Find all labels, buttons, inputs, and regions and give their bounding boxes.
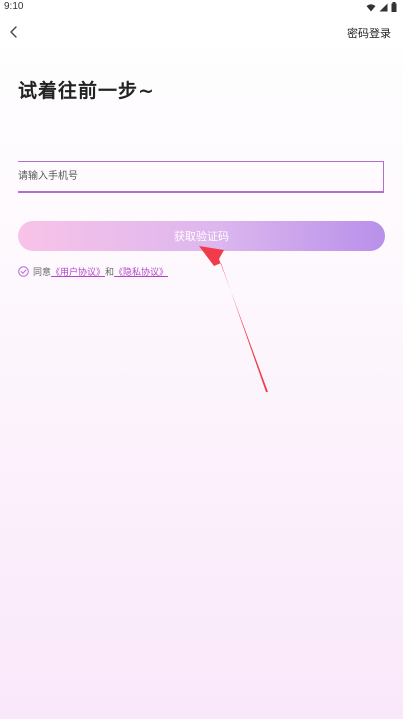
check-circle-icon[interactable]	[18, 265, 29, 277]
status-icons	[366, 2, 397, 12]
wifi-icon	[366, 3, 376, 11]
signal-icon	[379, 3, 388, 11]
page-title: 试着往前一步~	[18, 80, 155, 102]
back-chevron-icon[interactable]	[6, 24, 22, 40]
status-bar: 9:10	[0, 0, 403, 16]
status-time: 9:10	[4, 1, 24, 12]
agreement-row: 同意 《用户协议》 和 《隐私协议》	[18, 264, 168, 278]
battery-icon	[391, 2, 397, 12]
agreement-conjunction: 和	[105, 267, 115, 278]
agreement-prefix: 同意	[33, 267, 52, 278]
privacy-policy-link[interactable]: 《隐私协议》	[114, 265, 168, 278]
phone-input[interactable]	[18, 162, 383, 191]
get-code-button[interactable]: 获取验证码	[18, 221, 385, 251]
annotation-arrow	[199, 246, 268, 392]
user-agreement-link[interactable]: 《用户协议》	[51, 265, 105, 278]
password-login-link[interactable]: 密码登录	[347, 25, 391, 41]
nav-bar: 密码登录	[0, 16, 403, 48]
phone-field	[18, 161, 384, 193]
